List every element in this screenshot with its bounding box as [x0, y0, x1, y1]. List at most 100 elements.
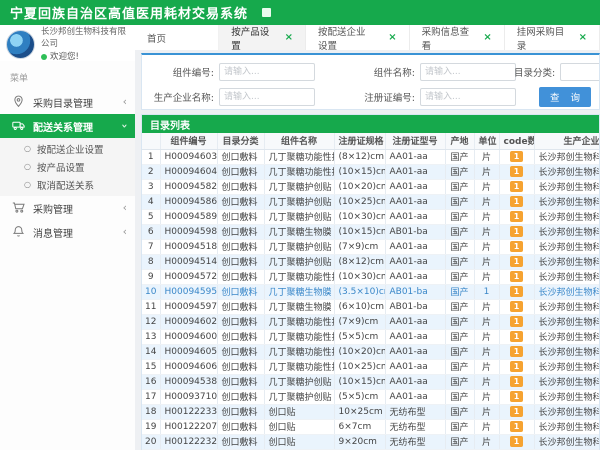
- cell: 长沙邦创生物科技有限: [534, 434, 600, 449]
- code-count-cell: 1: [499, 179, 534, 194]
- cell: H00094518: [160, 239, 217, 254]
- table-row[interactable]: 3H00094582创口敷料几丁聚糖护创贴 ((10×20)cmAA01-aa国…: [142, 179, 600, 194]
- cell: AA01-aa: [385, 374, 445, 389]
- catalog-category-select[interactable]: [560, 63, 600, 81]
- cert-no-input[interactable]: [420, 88, 516, 106]
- tab-3[interactable]: 采购信息查看×: [410, 25, 505, 50]
- cell: AA01-aa: [385, 254, 445, 269]
- table-row[interactable]: 9H00094572创口敷料几丁聚糖功能性护(10×30)cmAA01-aa国产…: [142, 269, 600, 284]
- cell: 片: [474, 239, 499, 254]
- table-row[interactable]: 6H00094598创口敷料几丁聚糖生物膜(10×15)cmAB01-ba国产片…: [142, 224, 600, 239]
- sidebar-item-0[interactable]: 采购目录管理‹: [0, 90, 135, 114]
- table-row[interactable]: 7H00094518创口敷料几丁聚糖护创贴 ((7×9)cmAA01-aa国产片…: [142, 239, 600, 254]
- tab-2[interactable]: 按配送企业设置 ×: [306, 25, 410, 50]
- table-row[interactable]: 2H00094604创口敷料几丁聚糖功能性护(10×15)cmAA01-aa国产…: [142, 164, 600, 179]
- row-number: 13: [142, 329, 160, 344]
- cell: 几丁聚糖功能性护: [264, 164, 334, 179]
- sidebar-item-label: 消息管理: [33, 225, 123, 240]
- tab-0[interactable]: 首页: [135, 25, 219, 50]
- sidebar-item-3[interactable]: 消息管理‹: [0, 220, 135, 244]
- cell: 长沙邦创生物科技有限: [534, 254, 600, 269]
- table-row[interactable]: 17H00093710创口敷料几丁聚糖护创贴 ((5×5)cmAA01-aa国产…: [142, 389, 600, 404]
- chevron-left-icon: ‹: [123, 203, 127, 213]
- row-number: 14: [142, 344, 160, 359]
- tab-close-icon[interactable]: ×: [388, 32, 396, 43]
- component-name-input[interactable]: [420, 63, 516, 81]
- chevron-left-icon: ‹: [123, 97, 127, 107]
- tab-close-icon[interactable]: ×: [579, 32, 587, 43]
- code-count-badge: 1: [510, 226, 523, 237]
- cell: 创口敷料: [217, 149, 264, 164]
- cell: 片: [474, 419, 499, 434]
- table-row[interactable]: 8H00094514创口敷料几丁聚糖护创贴 ((8×12)cmAA01-aa国产…: [142, 254, 600, 269]
- cell: 国产: [445, 359, 474, 374]
- manufacturer-name-input[interactable]: [219, 88, 315, 106]
- cert-no-label: 注册证编号:: [349, 90, 415, 104]
- cell: H00094538: [160, 374, 217, 389]
- avatar[interactable]: [6, 30, 35, 59]
- table-row[interactable]: 20H00122232创口敷料创口贴9×20cm无纺布型国产片1长沙邦创生物科技…: [142, 434, 600, 449]
- table-row[interactable]: 10H00094595创口敷料几丁聚糖生物膜(3.5×10)cmAB01-ba国…: [142, 284, 600, 299]
- table-row[interactable]: 11H00094597创口敷料几丁聚糖生物膜(6×10)cmAB01-ba国产片…: [142, 299, 600, 314]
- tab-close-icon[interactable]: ×: [483, 32, 491, 43]
- cell: 片: [474, 269, 499, 284]
- cell: 几丁聚糖生物膜: [264, 224, 334, 239]
- table-row[interactable]: 5H00094589创口敷料几丁聚糖护创贴 ((10×30)cmAA01-aa国…: [142, 209, 600, 224]
- cell: (10×30)cm: [334, 209, 385, 224]
- cell: 创口敷料: [217, 269, 264, 284]
- table-header-row: 组件编号目录分类组件名称注册证规格注册证型号产地单位code数量生产企业: [142, 133, 600, 149]
- sidebar-item-2[interactable]: 采购管理‹: [0, 196, 135, 220]
- row-number: 8: [142, 254, 160, 269]
- menu-toggle-icon[interactable]: [262, 8, 271, 17]
- cell: 国产: [445, 299, 474, 314]
- sidebar-item-label: 采购目录管理: [33, 95, 123, 110]
- app-title: 宁夏回族自治区高值医用耗材交易系统: [10, 3, 248, 22]
- submenu-item-1-2[interactable]: ○取消配送关系: [0, 176, 135, 194]
- table-row[interactable]: 14H00094605创口敷料几丁聚糖功能性护(10×20)cmAA01-aa国…: [142, 344, 600, 359]
- cell: 长沙邦创生物科技有限: [534, 269, 600, 284]
- component-name-label: 组件名称:: [349, 65, 415, 79]
- tab-4[interactable]: 挂网采购目录×: [505, 25, 600, 50]
- column-header-3: 组件名称: [264, 133, 334, 149]
- cell: 几丁聚糖功能性护: [264, 269, 334, 284]
- map-pin-icon: [12, 95, 26, 109]
- sidebar-item-1[interactable]: 配送关系管理‹: [0, 114, 135, 138]
- table-row[interactable]: 16H00094538创口敷料几丁聚糖护创贴 ((10×15)cmAA01-aa…: [142, 374, 600, 389]
- submenu-item-1-1[interactable]: ○按产品设置: [0, 158, 135, 176]
- cell: 创口贴: [264, 434, 334, 449]
- cell: (10×15)cm: [334, 164, 385, 179]
- cell: 几丁聚糖功能性护: [264, 149, 334, 164]
- code-count-cell: 1: [499, 254, 534, 269]
- column-header-7: 单位: [474, 133, 499, 149]
- table-row[interactable]: 15H00094606创口敷料几丁聚糖功能性护(10×25)cmAA01-aa国…: [142, 359, 600, 374]
- tab-1[interactable]: 按产品设置×: [219, 25, 306, 50]
- table-row[interactable]: 1H00094603创口敷料几丁聚糖功能性护(8×12)cmAA01-aa国产片…: [142, 149, 600, 164]
- cell: H00094595: [160, 284, 217, 299]
- table-row[interactable]: 19H00122207创口敷料创口贴6×7cm无纺布型国产片1长沙邦创生物科技有…: [142, 419, 600, 434]
- table-row[interactable]: 4H00094586创口敷料几丁聚糖护创贴 ((10×25)cmAA01-aa国…: [142, 194, 600, 209]
- cell: 几丁聚糖护创贴 (: [264, 389, 334, 404]
- list-panel-title: 目录列表: [142, 115, 599, 133]
- menu-section-label: 菜单: [0, 61, 135, 90]
- table-row[interactable]: 18H00122233创口敷料创口贴10×25cm无纺布型国产片1长沙邦创生物科…: [142, 404, 600, 419]
- cell: 长沙邦创生物科技有限: [534, 359, 600, 374]
- submenu-item-1-0[interactable]: ○按配送企业设置: [0, 140, 135, 158]
- main-content: 组件编号: 组件名称: 目录分类: 生产企业名称: 注册证编号: 查 询: [135, 50, 600, 450]
- tab-close-icon[interactable]: ×: [285, 32, 293, 43]
- table-row[interactable]: 12H00094602创口敷料几丁聚糖功能性护(7×9)cmAA01-aa国产片…: [142, 314, 600, 329]
- cell: 创口敷料: [217, 209, 264, 224]
- cell: 长沙邦创生物科技有限: [534, 284, 600, 299]
- cell: (10×20)cm: [334, 179, 385, 194]
- cell: 几丁聚糖护创贴 (: [264, 209, 334, 224]
- cell: 创口敷料: [217, 194, 264, 209]
- circle-icon: ○: [24, 163, 31, 171]
- cell: (10×30)cm: [334, 269, 385, 284]
- cell: H00094572: [160, 269, 217, 284]
- cell: 长沙邦创生物科技有限: [534, 299, 600, 314]
- search-button[interactable]: 查 询: [539, 87, 591, 107]
- cell: AA01-aa: [385, 209, 445, 224]
- component-no-input[interactable]: [219, 63, 315, 81]
- tab-label: 按配送企业设置: [318, 24, 374, 52]
- table-row[interactable]: 13H00094600创口敷料几丁聚糖功能性护(5×5)cmAA01-aa国产片…: [142, 329, 600, 344]
- cell: 国产: [445, 389, 474, 404]
